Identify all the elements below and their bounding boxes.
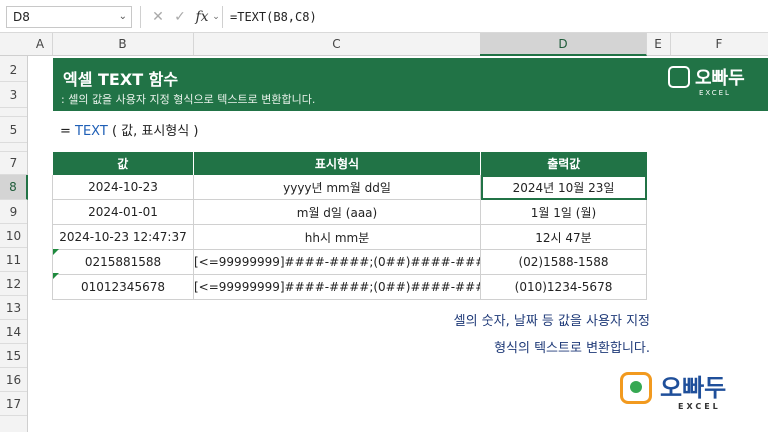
row-header[interactable] [0,143,27,152]
function-syntax: = TEXT ( 값, 표시형식 ) [60,120,198,139]
row-header-selected[interactable]: 8 [0,175,28,200]
cell-output[interactable]: 12시 47분 [480,224,647,250]
column-header-e[interactable]: E [646,33,671,55]
column-header-d[interactable]: D [480,33,647,56]
footer-logo: 오빠두 EXCEL [620,368,760,418]
divider [222,6,223,28]
table-row: 0215881588 [<=99999999]####-####;(0##)##… [52,249,647,275]
row-header[interactable] [0,108,27,117]
cell-value[interactable]: 2024-10-23 12:47:37 [52,224,194,250]
formula-buttons: ✕ ✓ fx ⌄ [146,6,220,28]
syntax-function-name: TEXT [75,124,108,139]
name-box[interactable]: D8 ⌄ [6,6,132,28]
formula-bar: D8 ⌄ ✕ ✓ fx ⌄ =TEXT(B8,C8) [0,0,768,33]
brand-logo: 오빠두 EXCEL [668,64,746,104]
cell-value[interactable]: 2024-10-23 [52,175,194,200]
example-table: 값 표시형식 출력값 2024-10-23 yyyy년 mm월 dd일 2024… [52,152,647,300]
row-header[interactable]: 5 [0,117,27,143]
row-header[interactable]: 12 [0,272,27,296]
chevron-down-icon[interactable]: ⌄ [119,7,127,27]
syntax-arguments: ( 값, 표시형식 ) [107,124,199,139]
table-row: 01012345678 [<=99999999]####-####;(0##)#… [52,274,647,300]
row-header[interactable]: 2 [0,58,27,82]
table-row: 2024-10-23 12:47:37 hh시 mm분 12시 47분 [52,224,647,250]
column-header-a[interactable]: A [28,33,53,55]
header-format[interactable]: 표시형식 [193,152,481,175]
table-row: 2024-10-23 yyyy년 mm월 dd일 2024년 10월 23일 [52,175,647,200]
cell-value[interactable]: 01012345678 [52,274,194,300]
caption-line: 셀의 숫자, 날짜 등 값을 사용자 지정 [453,314,650,329]
cell-format[interactable]: [<=99999999]####-####;(0##)####-#### [193,249,481,275]
cell-output[interactable]: (02)1588-1588 [480,249,647,275]
column-header-b[interactable]: B [52,33,194,55]
error-indicator-icon[interactable] [53,249,59,255]
row-header[interactable]: 10 [0,224,27,248]
error-indicator-icon[interactable] [53,273,59,279]
row-header[interactable]: 13 [0,296,27,320]
cell-output[interactable]: 1월 1일 (월) [480,199,647,225]
header-output[interactable]: 출력값 [480,152,647,175]
cell-format[interactable]: yyyy년 mm월 dd일 [193,175,481,200]
cell-format[interactable]: m월 d일 (aaa) [193,199,481,225]
column-header-c[interactable]: C [193,33,481,55]
close-icon[interactable]: ✕ [148,6,168,28]
column-headers: A B C D E F [0,33,768,56]
table-row: 2024-01-01 m월 d일 (aaa) 1월 1일 (월) [52,199,647,225]
cell-output[interactable]: (010)1234-5678 [480,274,647,300]
row-headers: 2 3 5 7 8 9 10 11 12 13 14 15 16 17 [0,56,28,432]
header-value[interactable]: 값 [52,152,194,175]
logo-dot-icon [630,381,642,393]
logo-subtext: EXCEL [678,402,721,411]
table-header-row: 값 표시형식 출력값 [52,152,647,175]
caption: 셀의 숫자, 날짜 등 값을 사용자 지정 형식의 텍스트로 변환합니다. [420,308,650,362]
row-header[interactable]: 17 [0,392,27,416]
row-header[interactable]: 14 [0,320,27,344]
cell-value[interactable]: 0215881588 [52,249,194,275]
column-header-f[interactable]: F [670,33,768,55]
cell-value[interactable]: 2024-01-01 [52,199,194,225]
chevron-down-icon[interactable]: ⌄ [206,6,226,28]
logo-subtext: EXCEL [699,89,731,97]
logo-text: 오빠두 [695,68,745,89]
row-header[interactable]: 15 [0,344,27,368]
caption-line: 형식의 텍스트로 변환합니다. [494,341,650,356]
cell-output-active[interactable]: 2024년 10월 23일 [480,175,647,200]
divider [140,6,141,28]
cell-format[interactable]: [<=99999999]####-####;(0##)####-#### [193,274,481,300]
row-header[interactable]: 9 [0,200,27,224]
page-title: 엑셀 TEXT 함수 [63,70,179,89]
logo-icon [668,66,690,88]
title-banner: 엑셀 TEXT 함수 : 셀의 값을 사용자 지정 형식으로 텍스트로 변환합니… [53,58,768,111]
formula-input[interactable]: =TEXT(B8,C8) [230,6,760,28]
name-box-value: D8 [13,10,30,24]
row-header[interactable]: 3 [0,82,27,108]
cell-format[interactable]: hh시 mm분 [193,224,481,250]
row-header[interactable]: 16 [0,368,27,392]
syntax-equals: = [60,124,76,139]
logo-text: 오빠두 [660,374,727,402]
row-header[interactable]: 7 [0,152,27,175]
page-subtitle: : 셀의 값을 사용자 지정 형식으로 텍스트로 변환합니다. [61,93,316,106]
check-icon[interactable]: ✓ [170,6,190,28]
row-header[interactable]: 11 [0,248,27,272]
